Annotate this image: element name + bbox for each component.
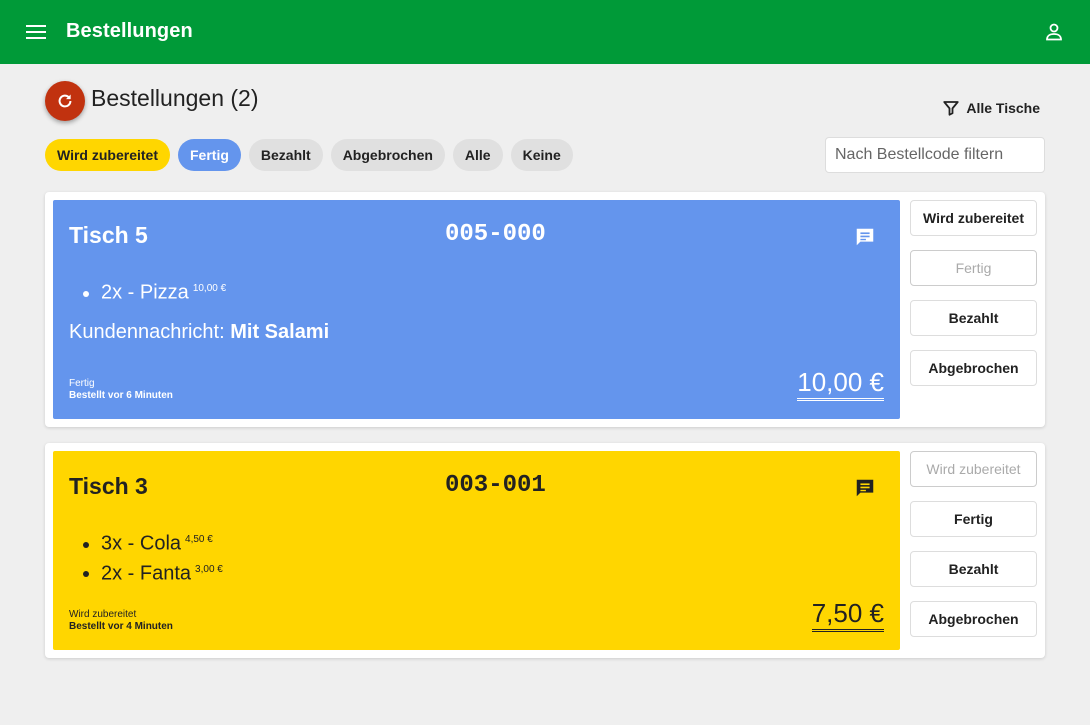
order-time: Bestellt vor 6 Minuten xyxy=(69,390,173,401)
customer-message: Kundennachricht: Mit Salami xyxy=(69,321,329,344)
order-time: Bestellt vor 4 Minuten xyxy=(69,621,173,632)
order-card[interactable]: Tisch 5 005-000 2x - Pizza10,00 € Kunden… xyxy=(53,200,900,419)
set-preparing-button[interactable]: Wird zubereitet xyxy=(910,200,1037,236)
chip-wird-zubereitet[interactable]: Wird zubereitet xyxy=(45,139,170,171)
customer-message-text: Mit Salami xyxy=(230,321,330,343)
order-items: 3x - Cola4,50 € 2x - Fanta3,00 € xyxy=(101,527,223,586)
set-cancelled-button[interactable]: Abgebrochen xyxy=(910,350,1037,386)
refresh-icon xyxy=(55,91,75,111)
set-paid-button[interactable]: Bezahlt xyxy=(910,551,1037,587)
order-row: Tisch 5 005-000 2x - Pizza10,00 € Kunden… xyxy=(45,192,1045,427)
item-price: 4,50 € xyxy=(185,534,213,545)
set-done-button[interactable]: Fertig xyxy=(910,501,1037,537)
customer-message-label: Kundennachricht: xyxy=(69,321,225,343)
list-item: 2x - Fanta3,00 € xyxy=(101,557,223,587)
set-done-button[interactable]: Fertig xyxy=(910,250,1037,286)
order-table-name: Tisch 3 xyxy=(69,473,148,499)
order-total: 10,00 € xyxy=(797,367,884,401)
order-total: 7,50 € xyxy=(811,598,884,632)
order-code: 003-001 xyxy=(445,472,546,499)
order-actions: Wird zubereitet Fertig Bezahlt Abgebroch… xyxy=(910,200,1037,386)
set-preparing-button[interactable]: Wird zubereitet xyxy=(910,451,1037,487)
set-paid-button[interactable]: Bezahlt xyxy=(910,300,1037,336)
item-text: 2x - Pizza xyxy=(101,281,189,304)
app-title: Bestellungen xyxy=(66,20,193,42)
order-row: Tisch 3 003-001 3x - Cola4,50 € 2x - Fan… xyxy=(45,443,1045,658)
item-text: 2x - Fanta xyxy=(101,562,192,585)
table-filter-label: Alle Tische xyxy=(966,100,1040,116)
refresh-button[interactable] xyxy=(45,81,85,121)
order-status: Wird zubereitet xyxy=(69,609,137,620)
chip-keine[interactable]: Keine xyxy=(510,139,573,171)
message-icon[interactable] xyxy=(854,226,876,248)
order-code-search-input[interactable] xyxy=(825,137,1045,173)
order-actions: Wird zubereitet Fertig Bezahlt Abgebroch… xyxy=(910,451,1037,637)
order-status-info: Wird zubereitet Bestellt vor 4 Minuten xyxy=(69,609,173,633)
item-price: 3,00 € xyxy=(195,563,223,575)
page-title: Bestellungen (2) xyxy=(91,85,259,111)
chip-bezahlt[interactable]: Bezahlt xyxy=(248,139,323,171)
chip-fertig[interactable]: Fertig xyxy=(178,139,241,171)
message-icon[interactable] xyxy=(854,477,876,499)
item-price: 10,00 € xyxy=(192,283,227,294)
chip-alle[interactable]: Alle xyxy=(452,139,503,171)
status-filter-chips: Wird zubereitet Fertig Bezahlt Abgebroch… xyxy=(45,139,573,171)
chip-abgebrochen[interactable]: Abgebrochen xyxy=(330,139,445,171)
account-icon[interactable] xyxy=(1042,20,1066,44)
order-table-name: Tisch 5 xyxy=(69,222,148,248)
filter-icon xyxy=(942,99,960,117)
table-filter-button[interactable]: Alle Tische xyxy=(942,99,1040,117)
list-item: 2x - Pizza10,00 € xyxy=(101,276,226,306)
set-cancelled-button[interactable]: Abgebrochen xyxy=(910,601,1037,637)
order-items: 2x - Pizza10,00 € xyxy=(101,276,226,306)
menu-icon[interactable] xyxy=(22,20,50,44)
order-code: 005-000 xyxy=(445,221,546,248)
list-item: 3x - Cola4,50 € xyxy=(101,527,223,557)
order-card[interactable]: Tisch 3 003-001 3x - Cola4,50 € 2x - Fan… xyxy=(53,451,900,650)
order-status: Fertig xyxy=(69,378,95,389)
item-text: 3x - Cola xyxy=(101,532,182,555)
top-app-bar: Bestellungen xyxy=(0,0,1090,64)
order-status-info: Fertig Bestellt vor 6 Minuten xyxy=(69,378,173,402)
